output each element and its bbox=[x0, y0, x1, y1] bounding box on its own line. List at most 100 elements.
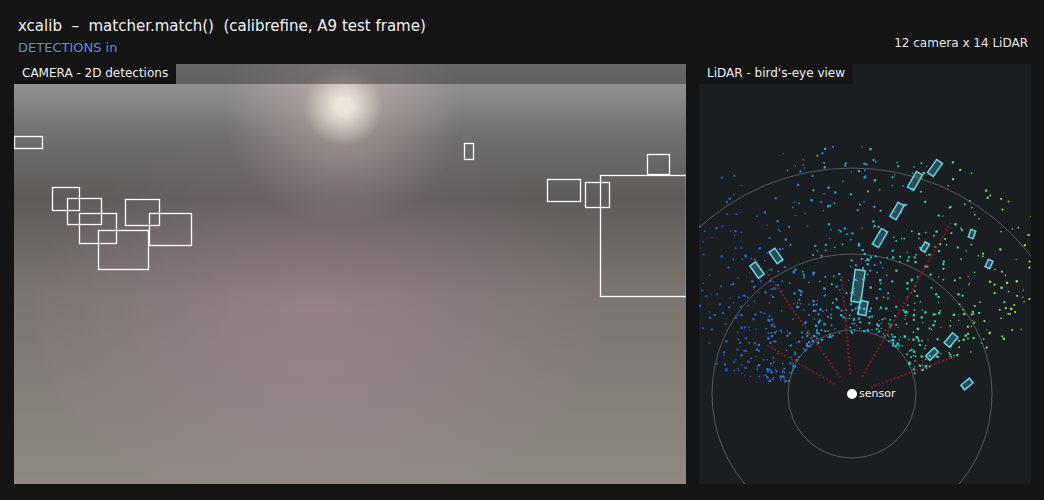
lidar-point bbox=[908, 363, 910, 365]
lidar-point bbox=[767, 377, 769, 379]
lidar-point bbox=[962, 309, 964, 311]
lidar-point bbox=[879, 309, 880, 310]
lidar-point bbox=[770, 268, 772, 270]
lidar-point bbox=[798, 341, 800, 343]
lidar-point bbox=[924, 201, 926, 203]
lidar-box[interactable] bbox=[769, 248, 783, 263]
lidar-point bbox=[748, 342, 750, 344]
detection-box[interactable] bbox=[150, 214, 192, 246]
lidar-box[interactable] bbox=[872, 228, 887, 247]
lidar-point bbox=[738, 370, 740, 372]
lidar-point bbox=[868, 316, 870, 318]
lidar-point bbox=[989, 332, 991, 334]
lidar-point bbox=[880, 307, 882, 309]
lidar-point bbox=[965, 250, 966, 251]
lidar-box[interactable] bbox=[750, 262, 764, 278]
lidar-box[interactable] bbox=[921, 242, 930, 252]
lidar-point bbox=[814, 245, 816, 247]
lidar-point bbox=[850, 303, 852, 305]
lidar-box[interactable] bbox=[890, 202, 904, 219]
lidar-point bbox=[737, 338, 739, 340]
lidar-point bbox=[876, 333, 877, 334]
lidar-point bbox=[816, 304, 817, 305]
lidar-point bbox=[914, 256, 916, 258]
lidar-point bbox=[850, 266, 851, 267]
lidar-point bbox=[783, 377, 784, 378]
lidar-point bbox=[774, 332, 776, 334]
lidar-point bbox=[917, 328, 919, 330]
lidar-point bbox=[1029, 261, 1031, 263]
lidar-box[interactable] bbox=[858, 300, 868, 315]
lidar-point bbox=[725, 340, 727, 342]
lidar-point bbox=[892, 250, 894, 252]
lidar-point bbox=[740, 314, 742, 316]
lidar-box[interactable] bbox=[851, 269, 865, 302]
lidar-point bbox=[766, 225, 767, 226]
lidar-box[interactable] bbox=[961, 378, 973, 390]
lidar-point bbox=[782, 153, 783, 154]
lidar-point bbox=[1003, 338, 1005, 340]
lidar-point bbox=[828, 223, 830, 225]
lidar-point bbox=[789, 372, 790, 373]
lidar-point bbox=[734, 175, 736, 177]
lidar-point bbox=[959, 169, 961, 171]
lidar-point bbox=[895, 324, 897, 326]
lidar-point bbox=[716, 293, 718, 295]
lidar-point bbox=[849, 318, 850, 319]
lidar-box[interactable] bbox=[944, 333, 958, 347]
lidar-point bbox=[789, 363, 790, 364]
lidar-point bbox=[792, 370, 794, 372]
detection-box[interactable] bbox=[126, 200, 160, 226]
lidar-point bbox=[935, 314, 936, 315]
lidar-point bbox=[808, 341, 810, 343]
lidar-point bbox=[817, 300, 818, 301]
lidar-point bbox=[744, 329, 745, 330]
lidar-point bbox=[753, 286, 755, 288]
lidar-box[interactable] bbox=[928, 159, 943, 176]
lidar-point bbox=[850, 193, 852, 195]
lidar-point bbox=[818, 313, 820, 315]
lidar-point bbox=[741, 327, 743, 329]
lidar-box[interactable] bbox=[926, 348, 939, 361]
lidar-point bbox=[954, 279, 956, 281]
lidar-box[interactable] bbox=[985, 259, 993, 268]
detection-box[interactable] bbox=[648, 155, 670, 175]
lidar-point bbox=[958, 320, 959, 321]
lidar-point bbox=[750, 376, 751, 377]
lidar-point bbox=[730, 284, 731, 285]
detection-box[interactable] bbox=[601, 176, 687, 297]
lidar-point bbox=[782, 280, 783, 281]
lidar-point bbox=[811, 199, 813, 201]
lidar-point bbox=[953, 314, 955, 316]
lidar-point bbox=[906, 323, 908, 325]
lidar-point bbox=[882, 318, 884, 320]
lidar-box[interactable] bbox=[968, 229, 975, 238]
lidar-point bbox=[699, 226, 701, 228]
lidar-point bbox=[859, 204, 861, 206]
lidar-point bbox=[1011, 329, 1013, 331]
lidar-point bbox=[725, 369, 727, 371]
lidar-point bbox=[798, 203, 800, 205]
lidar-point bbox=[869, 270, 871, 272]
lidar-point bbox=[727, 267, 729, 269]
lidar-point bbox=[973, 337, 975, 339]
detection-box[interactable] bbox=[586, 183, 610, 208]
lidar-point bbox=[1003, 301, 1005, 303]
lidar-bev bbox=[699, 64, 1031, 484]
lidar-point bbox=[986, 329, 987, 330]
detection-box[interactable] bbox=[15, 137, 43, 149]
lidar-point bbox=[880, 210, 882, 212]
lidar-point bbox=[989, 195, 991, 197]
detection-box[interactable] bbox=[99, 231, 149, 270]
lidar-point bbox=[791, 357, 792, 358]
lidar-point bbox=[771, 318, 773, 320]
lidar-point bbox=[971, 207, 972, 208]
detection-box[interactable] bbox=[548, 180, 581, 202]
lidar-point bbox=[943, 279, 944, 280]
detection-box[interactable] bbox=[68, 199, 102, 225]
lidar-point bbox=[847, 233, 848, 234]
lidar-point bbox=[894, 336, 896, 338]
lidar-point bbox=[733, 194, 734, 195]
lidar-box[interactable] bbox=[907, 171, 922, 190]
detection-box[interactable] bbox=[465, 144, 474, 160]
